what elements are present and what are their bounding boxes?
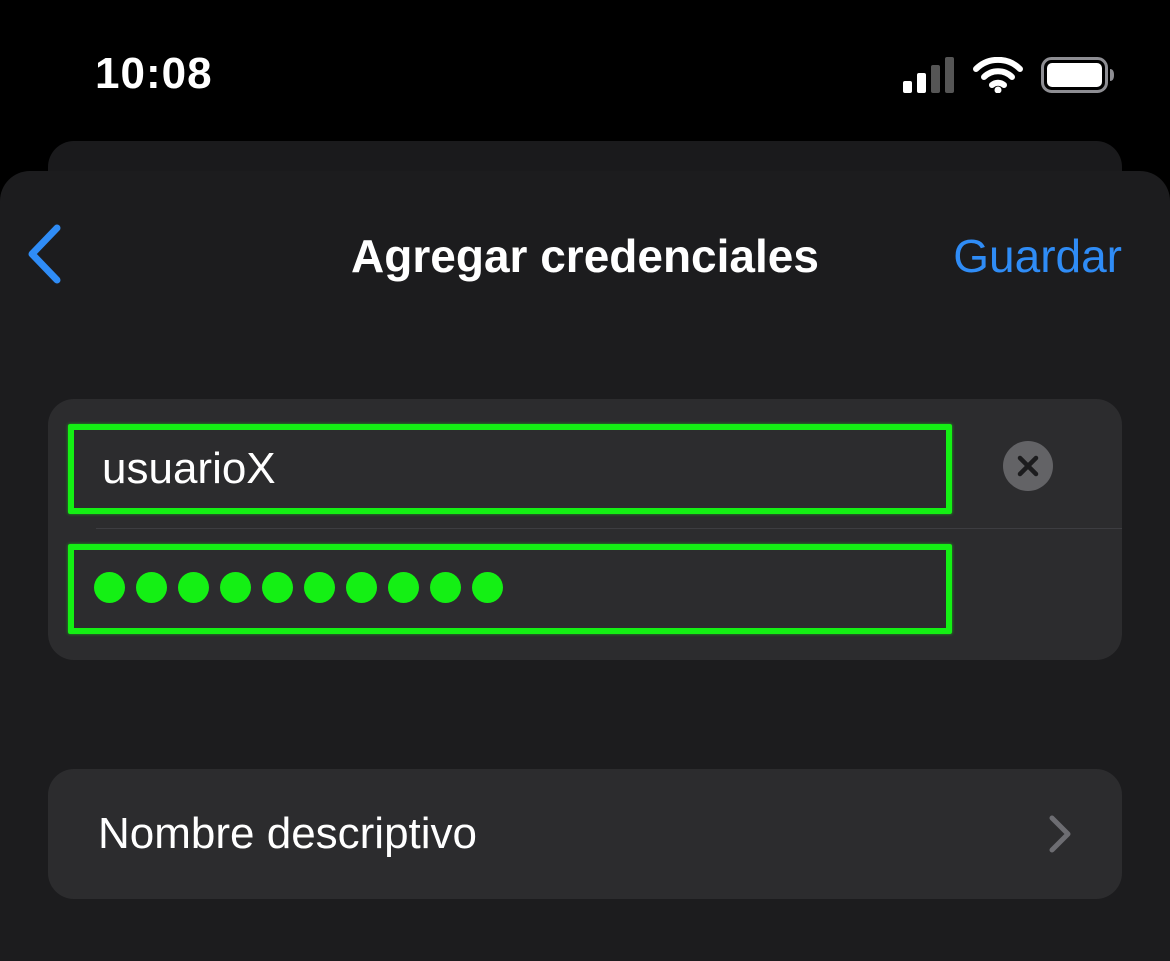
row-divider: [96, 528, 1122, 529]
cellular-signal-icon: [903, 57, 954, 93]
descriptive-name-label: Nombre descriptivo: [98, 809, 478, 858]
status-icons: [903, 55, 1115, 95]
password-mask-dot: [262, 572, 293, 603]
descriptive-name-row[interactable]: Nombre descriptivo: [48, 769, 1122, 899]
status-time: 10:08: [95, 49, 213, 98]
clear-username-button[interactable]: [1003, 441, 1053, 491]
chevron-right-icon: [1049, 815, 1071, 853]
password-mask-dot: [220, 572, 251, 603]
password-mask-dot: [304, 572, 335, 603]
credentials-card: usuarioX: [48, 399, 1122, 660]
password-mask-dot: [472, 572, 503, 603]
username-field[interactable]: usuarioX: [68, 424, 952, 514]
password-value: [94, 572, 503, 603]
password-mask-dot: [388, 572, 419, 603]
username-value: usuarioX: [102, 444, 276, 493]
password-mask-dot: [346, 572, 377, 603]
battery-icon: [1041, 57, 1114, 93]
password-mask-dot: [178, 572, 209, 603]
save-button[interactable]: Guardar: [953, 228, 1122, 284]
password-mask-dot: [430, 572, 461, 603]
screen: 10:08 Agregar credenciales Guardar usuar…: [0, 0, 1170, 961]
password-mask-dot: [94, 572, 125, 603]
password-field[interactable]: [68, 544, 952, 634]
clear-x-icon: [1017, 455, 1039, 477]
wifi-icon: [973, 57, 1023, 93]
password-mask-dot: [136, 572, 167, 603]
